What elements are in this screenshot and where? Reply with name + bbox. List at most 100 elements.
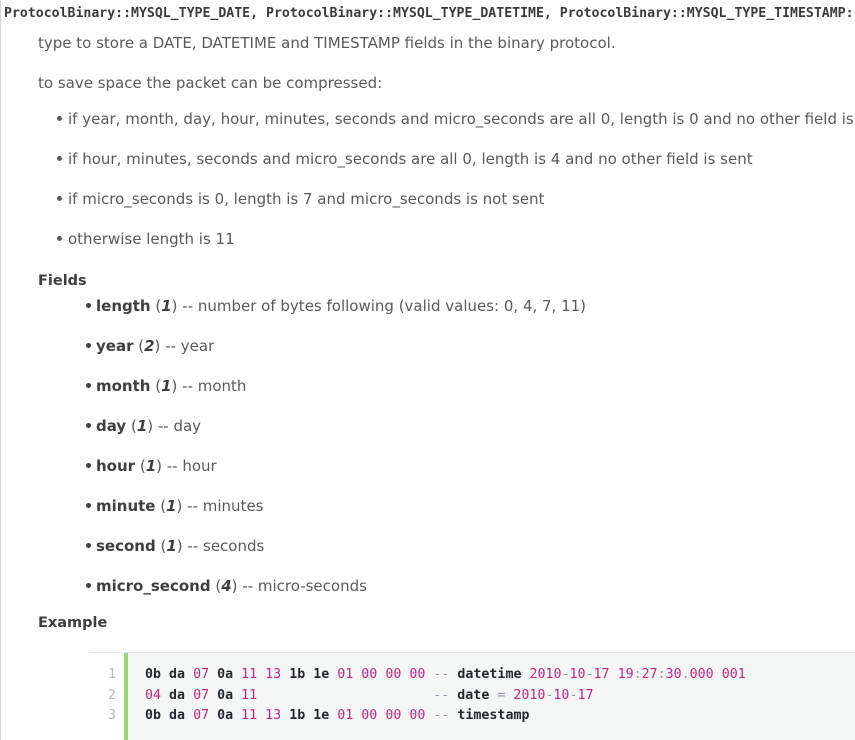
fields-list: length (1) -- number of bytes following …	[66, 295, 846, 615]
list-item-label: if hour, minutes, seconds and micro_seco…	[68, 150, 753, 168]
code-token-hex: da	[169, 667, 186, 682]
code-token-hex: 1e	[313, 667, 330, 682]
code-token-cmt: --	[433, 708, 450, 723]
bullet-icon	[86, 423, 91, 428]
code-token-num: 04	[145, 687, 162, 703]
code-token-kw: date	[457, 687, 490, 703]
code-token-hex: da	[169, 708, 186, 723]
field-size: 1	[136, 417, 148, 435]
documentation-page: ProtocolBinary::MYSQL_TYPE_DATE, Protoco…	[0, 0, 855, 740]
bullet-icon	[86, 343, 91, 348]
code-line-number: 3	[108, 708, 116, 723]
bullet-icon	[57, 156, 62, 161]
field-list-item: minute (1) -- minutes	[66, 495, 846, 535]
field-size: 1	[166, 497, 177, 515]
bullet-icon	[57, 196, 62, 201]
bullet-icon	[57, 116, 62, 121]
field-size: 4	[221, 577, 232, 595]
field-description: -- year	[165, 337, 215, 355]
list-item: if micro_seconds is 0, length is 7 and m…	[38, 188, 838, 228]
code-token-num: 001	[721, 667, 746, 682]
code-token-num: 07	[193, 667, 210, 682]
code-token-cmt: :	[657, 667, 666, 682]
left-edge-rule	[0, 0, 1, 740]
field-name: day	[96, 417, 127, 435]
code-token-cmt: -	[585, 667, 594, 682]
code-token-num: 27	[641, 667, 658, 682]
field-size: 1	[161, 377, 172, 395]
field-description: -- day	[157, 417, 202, 435]
bullet-icon	[57, 236, 62, 241]
code-token-kw: timestamp	[457, 708, 530, 723]
field-name: second	[96, 537, 156, 555]
field-name: month	[96, 377, 151, 395]
code-token-hex: da	[169, 687, 186, 703]
code-line: 0b da 07 0a 11 13 1b 1e 01 00 00 00 -- d…	[145, 665, 855, 686]
code-token-num: 11	[241, 667, 258, 682]
code-token-num: 30	[665, 667, 682, 682]
code-token-num: 11	[241, 687, 258, 703]
code-token-hex: 1b	[289, 708, 306, 723]
code-line-number: 1	[108, 667, 116, 682]
field-name: hour	[96, 457, 136, 475]
code-token-hex: 0a	[217, 667, 234, 682]
field-size: 1	[166, 537, 177, 555]
code-token-hex: 1e	[313, 708, 330, 723]
intro-paragraph-1: type to store a DATE, DATETIME and TIMES…	[38, 34, 616, 52]
field-size: 2	[144, 337, 155, 355]
example-code-block[interactable]: 1 2 3 0b da 07 0a 11 13 1b 1e 01 00 00 00 …	[90, 652, 855, 740]
code-content[interactable]: 0b da 07 0a 11 13 1b 1e 01 00 00 00 -- d…	[128, 653, 855, 740]
field-description: -- number of bytes following (valid valu…	[182, 297, 587, 315]
code-token-hex: 0b	[145, 667, 162, 682]
field-list-item: year (2) -- year	[66, 335, 846, 375]
code-token-num: 10	[553, 687, 570, 703]
code-token-num: 17	[593, 667, 610, 682]
code-token-cmt: .	[681, 667, 690, 682]
field-name: minute	[96, 497, 156, 515]
code-token-num: 13	[265, 708, 282, 723]
code-token-num: 00	[409, 708, 426, 723]
field-list-item: hour (1) -- hour	[66, 455, 846, 495]
code-token-cmt: --	[433, 687, 450, 703]
fields-heading: Fields	[38, 273, 87, 289]
code-token-num: 10	[569, 667, 586, 682]
field-description: -- micro-seconds	[242, 577, 367, 595]
list-item: if year, month, day, hour, minutes, seco…	[38, 108, 855, 148]
type-signature-heading: ProtocolBinary::MYSQL_TYPE_DATE, Protoco…	[4, 6, 854, 21]
code-token-num: 07	[193, 687, 210, 703]
field-list-item: micro_second (4) -- micro-seconds	[66, 575, 846, 615]
field-size: 1	[145, 457, 157, 475]
bullet-icon	[86, 303, 91, 308]
field-size: 1	[161, 297, 172, 315]
code-token-num: 17	[577, 687, 594, 703]
list-item-label: if micro_seconds is 0, length is 7 and m…	[68, 190, 545, 208]
bullet-icon	[86, 503, 91, 508]
code-line-number-gutter: 1 2 3	[90, 653, 128, 740]
bullet-icon	[86, 463, 91, 468]
code-line-number: 2	[108, 687, 116, 703]
field-list-item: second (1) -- seconds	[66, 535, 846, 575]
field-list-item: day (1) -- day	[66, 415, 846, 455]
code-token-num: 11	[241, 708, 258, 723]
code-token-num: 00	[385, 708, 402, 723]
code-token-cmt: -	[561, 667, 570, 682]
list-item: otherwise length is 11	[38, 228, 838, 268]
code-token-hex: 0b	[145, 708, 162, 723]
code-token-hex: 0a	[217, 687, 234, 703]
compression-rules-list: if year, month, day, hour, minutes, seco…	[38, 108, 855, 268]
code-token-num: 2010	[513, 687, 546, 703]
code-token-num: 13	[265, 667, 282, 682]
field-description: -- minutes	[187, 497, 264, 515]
bullet-icon	[86, 583, 91, 588]
field-name: year	[96, 337, 134, 355]
